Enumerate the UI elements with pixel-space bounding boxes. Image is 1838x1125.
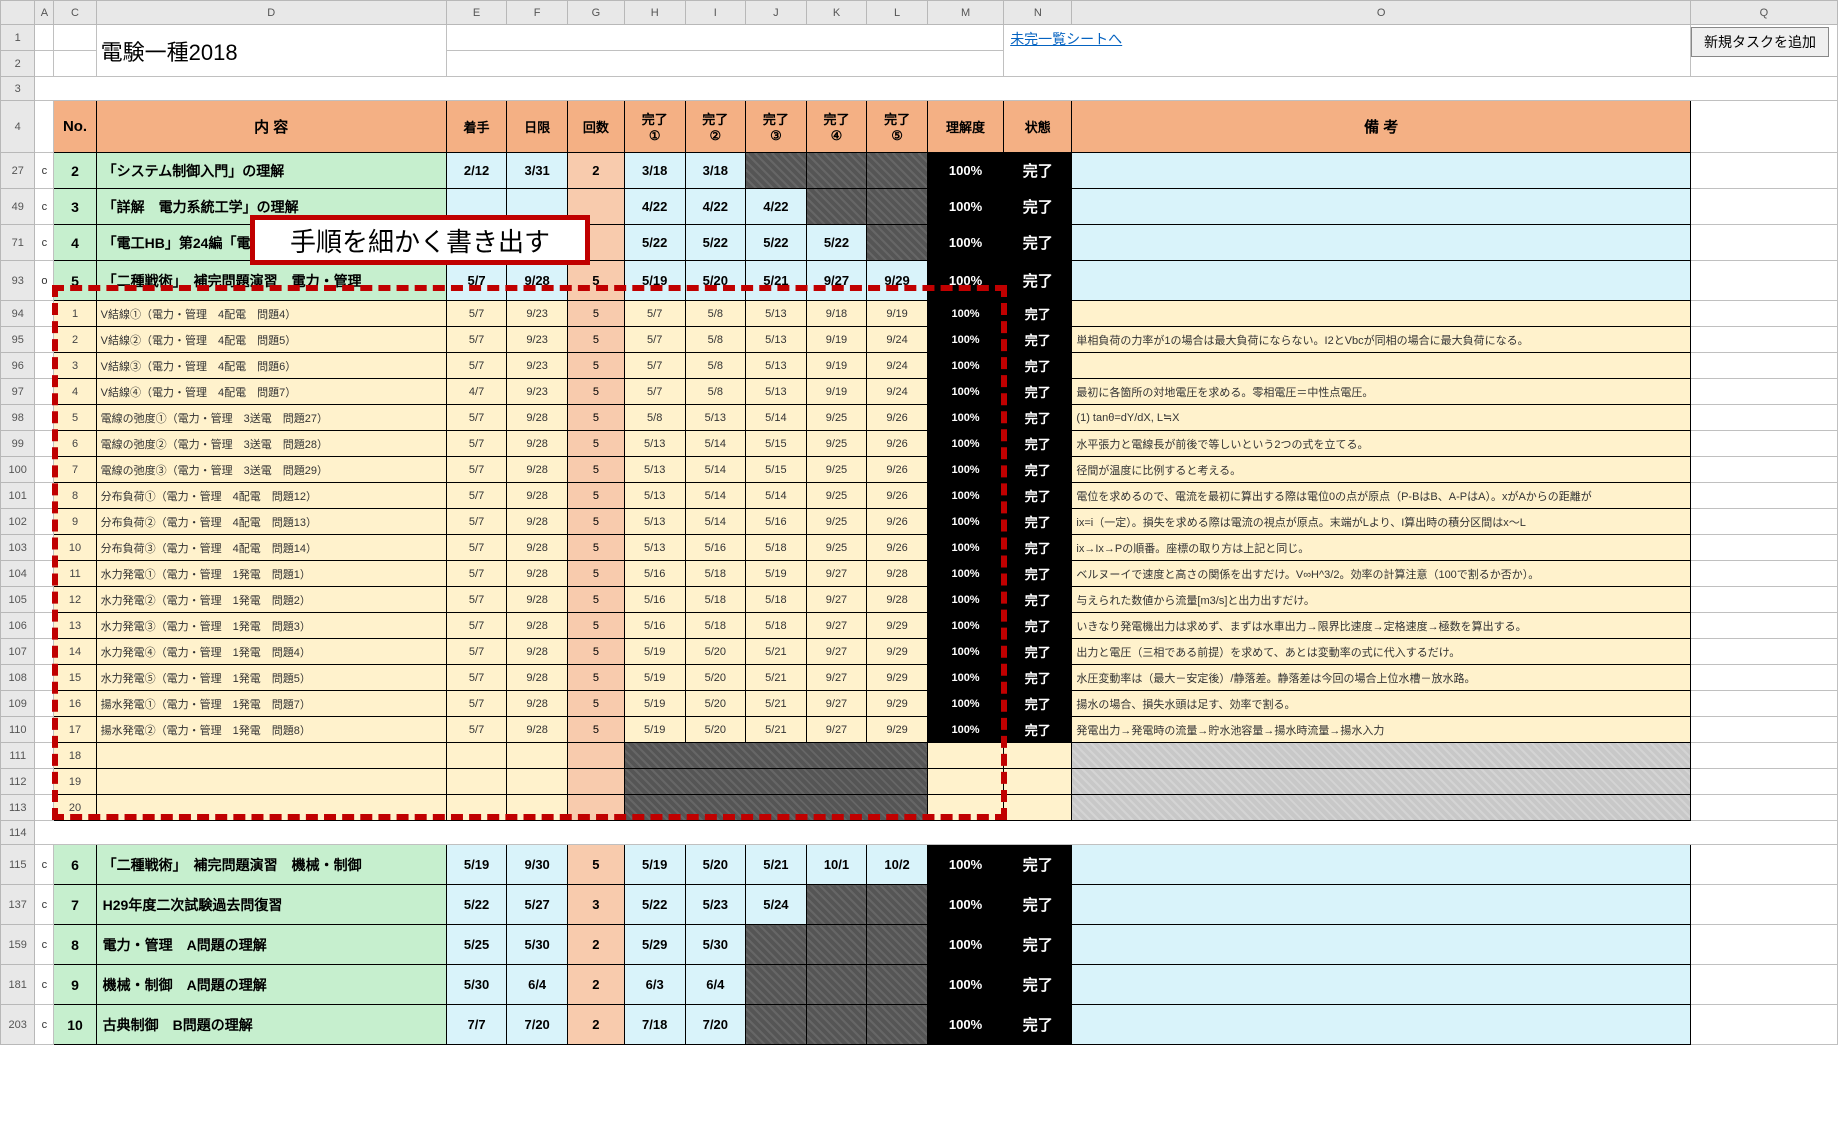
sub-task-row[interactable]: 1029分布負荷②（電力・管理 4配電 問題13）5/79/2855/135/1… bbox=[1, 509, 1838, 535]
sub-task-row[interactable]: 952V結線②（電力・管理 4配電 問題5）5/79/2355/75/85/13… bbox=[1, 327, 1838, 353]
sub-task-row[interactable]: 1007電線の弛度③（電力・管理 3送電 問題29）5/79/2855/135/… bbox=[1, 457, 1838, 483]
incomplete-list-link[interactable]: 未完一覧シートへ bbox=[1004, 25, 1128, 53]
callout-box: 手順を細かく書き出す bbox=[250, 215, 590, 265]
main-task-row[interactable]: 159c8電力・管理 A問題の理解5/255/3025/295/30100%完了 bbox=[1, 925, 1838, 965]
sub-task-row[interactable]: 11017揚水発電②（電力・管理 1発電 問題8）5/79/2855/195/2… bbox=[1, 717, 1838, 743]
sub-task-row[interactable]: 10916揚水発電①（電力・管理 1発電 問題7）5/79/2855/195/2… bbox=[1, 691, 1838, 717]
sub-task-row[interactable]: 974V結線④（電力・管理 4配電 問題7）4/79/2355/75/85/13… bbox=[1, 379, 1838, 405]
table-header: 4 No. 内 容 着手 日限 回数 完了 ① 完了 ② 完了 ③ 完了 ④ 完… bbox=[1, 101, 1838, 153]
sheet-title: 電験一種2018 bbox=[96, 25, 446, 77]
main-task-row[interactable]: 93o5「二種戦術」 補完問題演習 電力・管理5/79/2855/195/205… bbox=[1, 261, 1838, 301]
main-task-row[interactable]: 203c10古典制御 B問題の理解7/77/2027/187/20100%完了 bbox=[1, 1005, 1838, 1045]
sub-task-row[interactable]: 10512水力発電②（電力・管理 1発電 問題2）5/79/2855/165/1… bbox=[1, 587, 1838, 613]
sub-task-row[interactable]: 963V結線③（電力・管理 4配電 問題6）5/79/2355/75/85/13… bbox=[1, 353, 1838, 379]
sub-task-row[interactable]: 1018分布負荷①（電力・管理 4配電 問題12）5/79/2855/135/1… bbox=[1, 483, 1838, 509]
sub-task-row[interactable]: 996電線の弛度②（電力・管理 3送電 問題28）5/79/2855/135/1… bbox=[1, 431, 1838, 457]
sub-task-row[interactable]: 10411水力発電①（電力・管理 1発電 問題1）5/79/2855/165/1… bbox=[1, 561, 1838, 587]
empty-sub-row[interactable]: 11320 bbox=[1, 795, 1838, 821]
sub-task-row[interactable]: 10613水力発電③（電力・管理 1発電 問題3）5/79/2855/165/1… bbox=[1, 613, 1838, 639]
main-task-row[interactable]: 115c6「二種戦術」 補完問題演習 機械・制御5/199/3055/195/2… bbox=[1, 845, 1838, 885]
sub-task-row[interactable]: 10714水力発電④（電力・管理 1発電 問題4）5/79/2855/195/2… bbox=[1, 639, 1838, 665]
sub-task-row[interactable]: 10310分布負荷③（電力・管理 4配電 問題14）5/79/2855/135/… bbox=[1, 535, 1838, 561]
empty-sub-row[interactable]: 11219 bbox=[1, 769, 1838, 795]
main-task-row[interactable]: 181c9機械・制御 A問題の理解5/306/426/36/4100%完了 bbox=[1, 965, 1838, 1005]
sub-task-row[interactable]: 941V結線①（電力・管理 4配電 問題4）5/79/2355/75/85/13… bbox=[1, 301, 1838, 327]
column-letters: ACD EFG HIJ KLM NOQ bbox=[1, 1, 1838, 25]
sub-task-row[interactable]: 10815水力発電⑤（電力・管理 1発電 問題5）5/79/2855/195/2… bbox=[1, 665, 1838, 691]
main-task-row[interactable]: 27c2「システム制御入門」の理解2/123/3123/183/18100%完了 bbox=[1, 153, 1838, 189]
main-task-row[interactable]: 137c7H29年度二次試験過去問復習5/225/2735/225/235/24… bbox=[1, 885, 1838, 925]
spreadsheet-grid[interactable]: ACD EFG HIJ KLM NOQ 1 電験一種2018 未完一覧シートへ … bbox=[0, 0, 1838, 1045]
empty-sub-row[interactable]: 11118 bbox=[1, 743, 1838, 769]
add-task-button[interactable]: 新規タスクを追加 bbox=[1691, 27, 1829, 57]
sub-task-row[interactable]: 985電線の弛度①（電力・管理 3送電 問題27）5/79/2855/85/13… bbox=[1, 405, 1838, 431]
